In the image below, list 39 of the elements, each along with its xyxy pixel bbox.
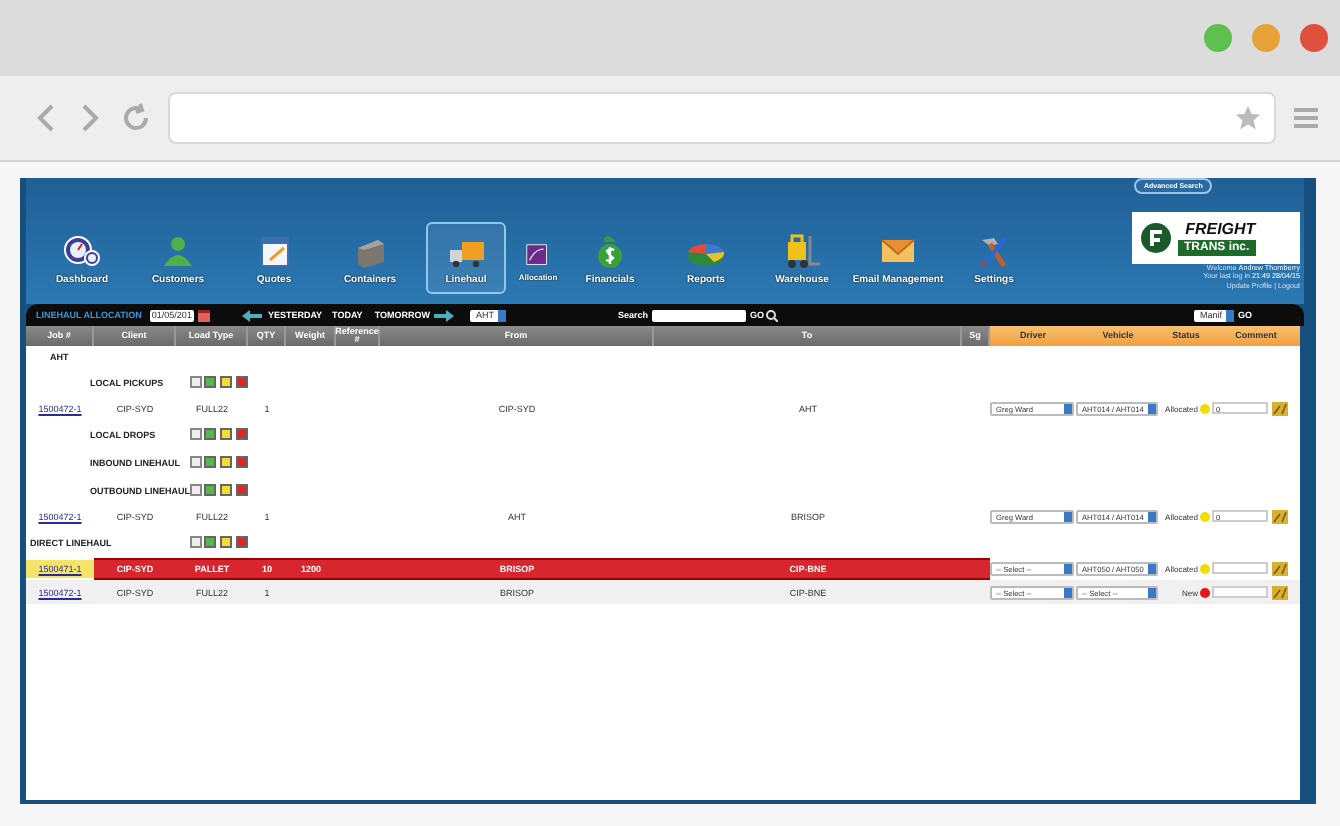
logo-emblem-icon (1140, 222, 1172, 254)
reload-icon[interactable] (120, 102, 152, 134)
calendar-icon[interactable] (197, 309, 210, 321)
gauge-icon (62, 231, 102, 271)
search-field[interactable] (652, 309, 746, 321)
star-icon[interactable] (1234, 104, 1262, 132)
address-field[interactable] (168, 92, 1276, 144)
search-icon[interactable] (766, 309, 779, 321)
edit-icon[interactable] (1272, 585, 1288, 599)
accept-status-button[interactable] (204, 376, 216, 388)
forklift-icon (782, 231, 822, 271)
warning-status-button[interactable] (220, 484, 232, 496)
group-checkbox[interactable] (190, 536, 202, 548)
right-arrow-icon[interactable] (433, 309, 454, 321)
edit-icon[interactable] (1272, 509, 1288, 523)
minimize-window-button[interactable] (1252, 24, 1280, 52)
group-checkbox[interactable] (190, 428, 202, 440)
maximize-window-button[interactable] (1204, 24, 1232, 52)
close-window-button[interactable] (1300, 24, 1328, 52)
edit-icon[interactable] (1272, 561, 1288, 575)
accept-status-button[interactable] (204, 428, 216, 440)
edit-icon[interactable] (1272, 401, 1288, 415)
accept-status-button[interactable] (204, 536, 216, 548)
group-checkbox[interactable] (190, 376, 202, 388)
comment-field[interactable] (1212, 562, 1268, 574)
warning-status-button[interactable] (220, 428, 232, 440)
warning-status-button[interactable] (220, 456, 232, 468)
logo-text: FREIGHT (1185, 220, 1256, 238)
curve-icon (524, 241, 552, 270)
warning-status-button[interactable] (220, 536, 232, 548)
person-icon (158, 231, 198, 271)
left-arrow-icon[interactable] (241, 309, 262, 321)
warning-status-button[interactable] (220, 376, 232, 388)
group-checkbox[interactable] (190, 456, 202, 468)
accept-status-button[interactable] (204, 484, 216, 496)
menu-icon[interactable] (1292, 106, 1320, 130)
group-checkbox[interactable] (190, 484, 202, 496)
comment-field[interactable] (1212, 586, 1268, 598)
accept-status-button[interactable] (204, 456, 216, 468)
